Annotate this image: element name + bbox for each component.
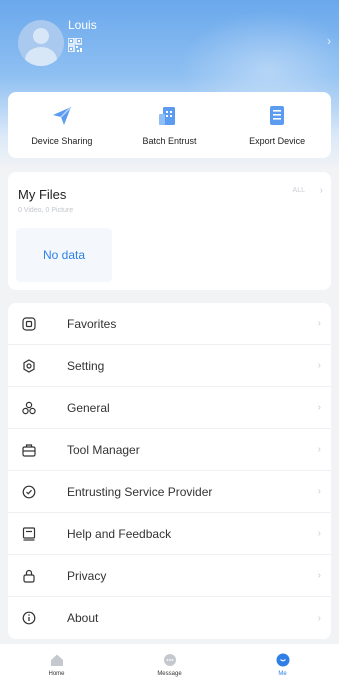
me-icon: [276, 653, 289, 667]
chevron-right-icon: ›: [317, 360, 321, 371]
tab-label: Message: [157, 671, 182, 677]
menu-item-label: Setting: [67, 358, 105, 373]
feedback-icon: [22, 526, 36, 541]
export-device-label: Export Device: [249, 136, 306, 146]
menu-item-label: General: [67, 400, 110, 415]
qr-code-icon[interactable]: [68, 38, 82, 52]
service-provider-icon: [22, 485, 36, 498]
chevron-right-icon: ›: [327, 34, 331, 48]
tab-label: Home: [48, 671, 65, 677]
bottom-tab-bar: Home Message Me: [0, 644, 339, 686]
menu-item-help-and-feedback[interactable]: Help and Feedback ›: [8, 513, 331, 555]
export-device-button[interactable]: Export Device: [227, 104, 327, 146]
home-icon: [50, 654, 63, 666]
device-sharing-button[interactable]: Device Sharing: [12, 104, 112, 146]
tab-message[interactable]: Message: [120, 653, 220, 677]
menu-item-label: Entrusting Service Provider: [67, 484, 213, 499]
view-all-link[interactable]: ALL: [293, 187, 305, 194]
batch-entrust-label: Batch Entrust: [142, 136, 197, 146]
menu-item-setting[interactable]: Setting ›: [8, 345, 331, 387]
chevron-right-icon: ›: [317, 318, 321, 329]
general-icon: [22, 401, 36, 414]
my-files-card: My Files 0 Video, 0 Picture ALL › No dat…: [8, 172, 331, 290]
chevron-right-icon: ›: [317, 486, 321, 497]
document-list-icon: [270, 106, 285, 125]
avatar[interactable]: [18, 20, 64, 66]
menu-item-label: About: [67, 611, 99, 625]
chevron-right-icon: ›: [317, 402, 321, 413]
tab-me[interactable]: Me: [233, 653, 333, 677]
profile-header[interactable]: Louis ›: [0, 0, 339, 80]
my-files-title: My Files: [18, 187, 67, 202]
chevron-right-icon: ›: [317, 612, 321, 624]
menu-item-label: Help and Feedback: [67, 526, 172, 541]
toolbox-icon: [22, 443, 36, 457]
batch-entrust-button[interactable]: Batch Entrust: [119, 104, 219, 146]
username: Louis: [68, 18, 97, 32]
favorites-icon: [22, 316, 36, 331]
chevron-right-icon: ›: [317, 528, 321, 539]
device-sharing-label: Device Sharing: [31, 136, 93, 146]
gear-icon: [23, 358, 35, 373]
send-plane-icon: [52, 106, 72, 125]
empty-state: No data: [16, 228, 112, 282]
menu-item-general[interactable]: General ›: [8, 387, 331, 429]
building-icon: [159, 107, 176, 125]
tab-label: Me: [278, 671, 287, 677]
lock-icon: [23, 569, 35, 583]
message-icon: [163, 654, 176, 666]
menu-item-about[interactable]: About ›: [8, 597, 331, 639]
menu-item-label: Tool Manager: [67, 442, 140, 457]
info-icon: [22, 611, 36, 625]
menu-item-favorites[interactable]: Favorites ›: [8, 303, 331, 345]
chevron-right-icon[interactable]: ›: [320, 185, 323, 196]
quick-actions-card: Device Sharing Batch Entrust Export Devi…: [8, 92, 331, 158]
empty-state-text: No data: [42, 248, 86, 262]
menu-item-tool-manager[interactable]: Tool Manager ›: [8, 429, 331, 471]
menu-item-entrusting-service-provider[interactable]: Entrusting Service Provider ›: [8, 471, 331, 513]
tab-home[interactable]: Home: [7, 653, 107, 677]
menu-list: Favorites › Setting › General › Tool Man…: [8, 303, 331, 639]
menu-item-privacy[interactable]: Privacy ›: [8, 555, 331, 597]
my-files-subtitle: 0 Video, 0 Picture: [18, 207, 74, 214]
chevron-right-icon: ›: [317, 570, 321, 581]
chevron-right-icon: ›: [317, 444, 321, 455]
menu-item-label: Favorites: [67, 316, 117, 331]
menu-item-label: Privacy: [67, 568, 107, 583]
